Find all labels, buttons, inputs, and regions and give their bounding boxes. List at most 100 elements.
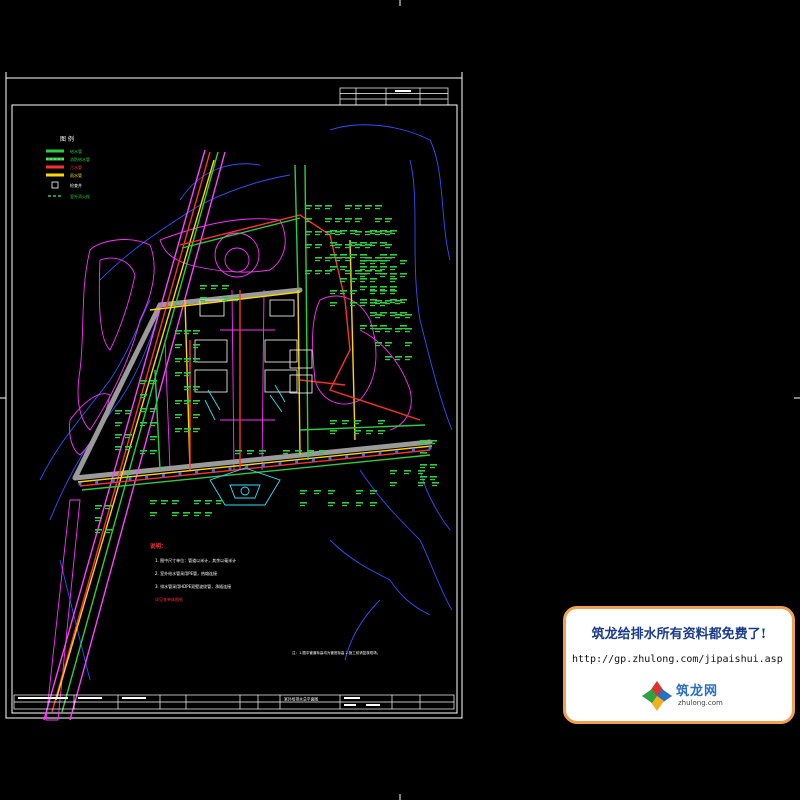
- pipe-label: [380, 276, 385, 278]
- pipe-label: [175, 403, 180, 405]
- pipe-label: [305, 208, 310, 210]
- pipe-label: [115, 410, 122, 412]
- pipe-label: [283, 453, 288, 455]
- manhole: [411, 448, 415, 452]
- pipe-label: [184, 386, 191, 388]
- pipe-label: [380, 257, 385, 259]
- pipe-label: [390, 302, 395, 304]
- manhole: [311, 458, 315, 462]
- pipe-label: [95, 508, 100, 510]
- pipe-label: [354, 433, 359, 435]
- pipe-label: [330, 233, 335, 235]
- pipe-label: [175, 344, 182, 346]
- pipe-label: [356, 502, 363, 504]
- pipe-label: [390, 276, 395, 278]
- pipe-label: [360, 289, 365, 291]
- pipe-label: [307, 453, 312, 455]
- pipe-label: [235, 450, 242, 452]
- pipe-label: [340, 254, 347, 256]
- pipe-label: [125, 434, 132, 436]
- pipe-label: [150, 500, 157, 502]
- legend-item-rain: 雨水管: [46, 172, 82, 178]
- pipe-label: [375, 208, 380, 210]
- pipe-label: [345, 270, 352, 272]
- pipe-label: [125, 410, 132, 412]
- pipe-label: [400, 302, 405, 304]
- pipe-label: [420, 455, 425, 457]
- pipe-label: [211, 285, 218, 287]
- pipe-label: [350, 278, 357, 280]
- pipe-label: [335, 260, 340, 262]
- pipe-label: [335, 244, 342, 246]
- pipe-label: [115, 413, 120, 415]
- pipe-label: [385, 345, 390, 347]
- pipe-label: [184, 375, 189, 377]
- pipe-label: [335, 247, 340, 249]
- pipe-label: [175, 333, 180, 335]
- pipe-label: [380, 273, 387, 275]
- pipe-label: [283, 450, 290, 452]
- pipe-label: [355, 234, 360, 236]
- pipe-label: [340, 230, 347, 232]
- pipe-label: [200, 297, 207, 299]
- pipe-label: [360, 286, 367, 288]
- pipe-label: [370, 293, 375, 295]
- pipe-label: [259, 450, 266, 452]
- pipe-label: [420, 452, 427, 454]
- pipe-label: [370, 278, 377, 280]
- pipe-label: [390, 485, 395, 487]
- promo-url-link[interactable]: http://gp.zhulong.com/jipaishui.asp: [572, 654, 788, 665]
- pipe-label: [172, 512, 179, 514]
- pipe-label: [365, 270, 372, 272]
- manhole: [261, 463, 265, 467]
- pipe-label: [418, 470, 425, 472]
- pipe-label: [115, 425, 120, 427]
- pipe-label: [184, 428, 191, 430]
- pipe-label: [95, 532, 100, 534]
- pipe-label: [365, 257, 372, 259]
- pipe-label: [418, 485, 423, 487]
- pipe-label: [345, 221, 350, 223]
- pipe-label: [405, 314, 412, 316]
- pipe-label: [380, 254, 387, 256]
- pipe-label: [140, 411, 145, 413]
- pipe-label: [175, 375, 180, 377]
- notes-highlight: 详见各单体图纸: [155, 596, 183, 602]
- pipe-label: [356, 505, 361, 507]
- pipe-label: [95, 517, 102, 519]
- pipe-label: [360, 302, 365, 304]
- pipe-label: [330, 230, 337, 232]
- pipe-label: [295, 450, 302, 452]
- pipe-label: [150, 439, 155, 441]
- pipe-label: [150, 408, 157, 410]
- pipe-label: [194, 500, 201, 502]
- pipe-label: [350, 281, 355, 283]
- pipe-label: [115, 437, 120, 439]
- pipe-label: [222, 288, 227, 290]
- legend-item-hydrant: 室外消火栓: [48, 193, 90, 199]
- pipe-label: [315, 247, 320, 249]
- pipe-label: [390, 230, 397, 232]
- pipe-label: [385, 331, 390, 333]
- pipe-label: [150, 380, 157, 382]
- pipe-label: [360, 266, 367, 268]
- pipe-label: [184, 400, 191, 402]
- pipe-label: [115, 434, 122, 436]
- pipe-label: [390, 482, 397, 484]
- pipe-label: [385, 300, 392, 302]
- pipe-label: [193, 347, 198, 349]
- manhole: [328, 456, 332, 460]
- notes-line-1: 1. 图中尺寸单位：管道以米计，其余以毫米计: [155, 557, 236, 563]
- pipe-label: [390, 289, 395, 291]
- pipe-label: [365, 234, 370, 236]
- pipe-label: [395, 356, 402, 358]
- pipe-label: [420, 443, 425, 445]
- pipe-label: [200, 288, 205, 290]
- pipe-label: [375, 328, 382, 330]
- pipe-label: [193, 414, 200, 416]
- manhole: [145, 475, 149, 479]
- pipe-label: [175, 431, 180, 433]
- pipe-label: [161, 503, 166, 505]
- pipe-label: [430, 479, 435, 481]
- pipe-label: [420, 440, 427, 442]
